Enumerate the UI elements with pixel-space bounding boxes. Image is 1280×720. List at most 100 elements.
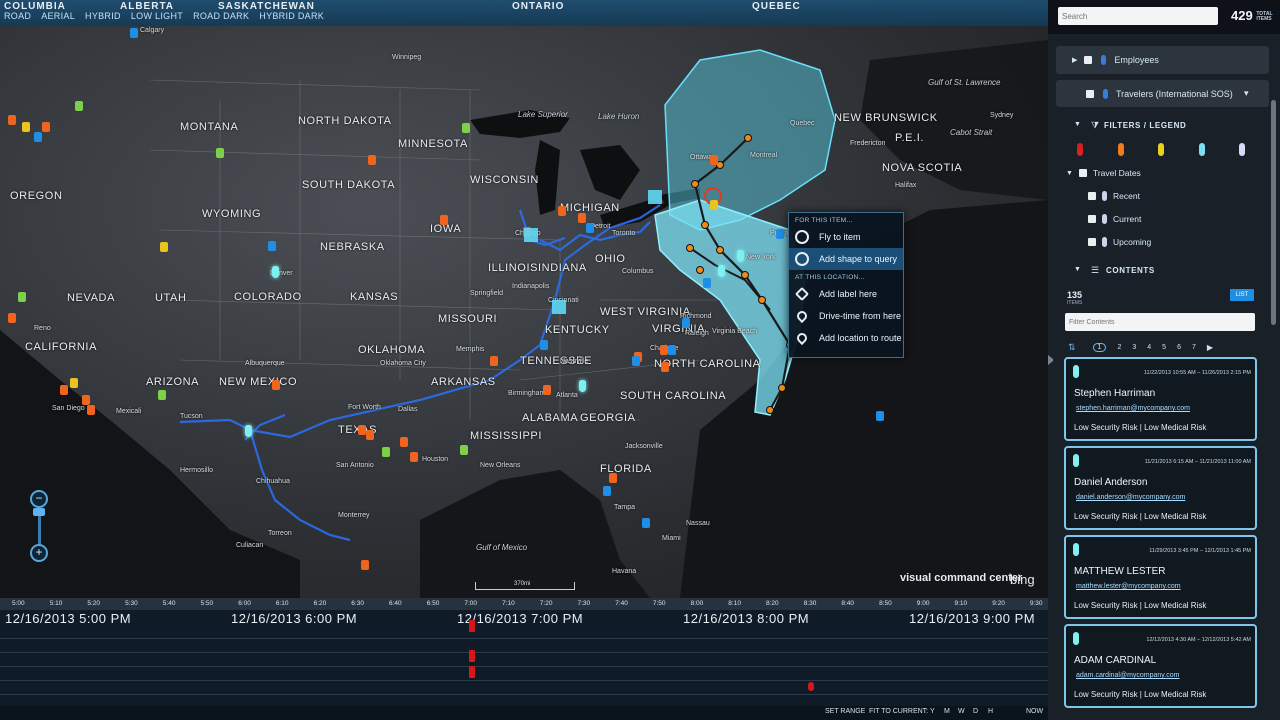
chevron-down-icon[interactable]: ▼ [1074,121,1081,128]
layer-employees[interactable]: ▶ Employees [1056,46,1269,74]
location-marker[interactable] [578,213,586,223]
fit-hour-button[interactable]: H [988,708,993,715]
location-marker[interactable] [82,395,90,405]
location-marker[interactable] [366,430,374,440]
location-marker[interactable] [661,362,669,372]
location-marker[interactable] [87,405,95,415]
map-canvas[interactable]: ROAD AERIAL HYBRID LOW LIGHT ROAD DARK H… [0,0,1048,598]
travel-dates-filter[interactable]: ▼ Travel Dates [1066,168,1141,178]
location-marker[interactable] [8,313,16,323]
filter-contents-input[interactable] [1065,313,1255,331]
location-marker[interactable] [382,447,390,457]
page-button[interactable]: 1 [1092,342,1107,352]
location-marker[interactable] [710,200,718,210]
location-marker[interactable] [586,223,594,233]
map-style-aerial[interactable]: AERIAL [41,11,75,21]
location-marker[interactable] [558,206,566,216]
location-marker[interactable] [358,425,366,435]
traveler-pin[interactable] [272,266,279,278]
traveler-pin[interactable] [579,380,586,392]
fit-year-button[interactable]: Y [930,708,935,715]
location-marker[interactable] [668,345,676,355]
location-marker[interactable] [710,155,718,165]
location-marker[interactable] [70,378,78,388]
location-marker[interactable] [34,132,42,142]
now-button[interactable]: NOW [1026,708,1043,715]
location-marker[interactable] [440,215,448,225]
traveler-email[interactable]: adam.cardinal@mycompany.com [1076,672,1179,679]
traveler-email[interactable]: daniel.anderson@mycompany.com [1076,494,1185,501]
set-range-button[interactable]: SET RANGE [825,708,865,715]
list-view-button[interactable]: LIST [1230,289,1254,301]
zoom-slider-thumb[interactable] [33,508,45,516]
timeline-event[interactable] [469,666,475,678]
location-marker[interactable] [682,318,690,328]
fit-month-button[interactable]: M [944,708,950,715]
map-style-road[interactable]: ROAD [4,11,31,21]
location-marker[interactable] [60,385,68,395]
timeline-event[interactable] [469,620,475,632]
page-button[interactable]: 3 [1132,344,1136,351]
location-marker[interactable] [543,385,551,395]
timeline-event[interactable] [469,650,475,662]
location-marker[interactable] [368,155,376,165]
search-input[interactable] [1058,7,1218,25]
traveler-card[interactable]: 11/22/2013 10:55 AM – 11/26/2013 2:15 PM… [1064,357,1257,441]
filter-checkbox[interactable] [1088,215,1096,223]
map-style-low-light[interactable]: LOW LIGHT [131,11,183,21]
fly-to-item-menu-item[interactable]: Fly to item [789,226,903,248]
location-marker[interactable] [130,28,138,38]
location-marker[interactable] [272,380,280,390]
location-marker[interactable] [462,123,470,133]
traveler-card[interactable]: 12/12/2013 4:30 AM – 12/12/2013 5:42 AM … [1064,624,1257,708]
location-marker[interactable] [22,122,30,132]
zoom-out-button[interactable]: − [30,490,48,508]
traveler-pin[interactable] [737,250,744,262]
page-button[interactable]: 2 [1117,344,1121,351]
sidebar-scrollbar[interactable] [1271,100,1276,325]
chevron-down-icon[interactable]: ▾ [1244,88,1249,99]
filter-checkbox[interactable] [1078,169,1087,177]
timeline-panel[interactable]: 5:00 5:10 5:20 5:30 5:40 5:50 6:00 6:10 6:20 6:30… [0,598,1048,720]
location-marker[interactable] [400,437,408,447]
location-marker[interactable] [8,115,16,125]
traveler-card[interactable]: 11/29/2013 3:45 PM – 12/1/2013 1:45 PM M… [1064,535,1257,619]
traveler-pin[interactable] [718,265,725,277]
fit-week-button[interactable]: W [958,708,965,715]
location-marker[interactable] [268,241,276,251]
location-marker[interactable] [361,560,369,570]
add-shape-to-query-menu-item[interactable]: Add shape to query [789,248,903,270]
location-marker[interactable] [460,445,468,455]
timeline-event[interactable] [808,682,814,691]
location-marker[interactable] [642,518,650,528]
location-marker[interactable] [75,101,83,111]
fit-day-button[interactable]: D [973,708,978,715]
map-style-hybrid[interactable]: HYBRID [85,11,121,21]
page-button[interactable]: 7 [1192,344,1196,351]
chevron-down-icon[interactable]: ▼ [1074,266,1081,273]
add-label-here-menu-item[interactable]: Add label here [789,283,903,305]
location-marker[interactable] [660,345,668,355]
filter-upcoming[interactable]: Upcoming [1088,237,1151,247]
location-marker[interactable] [18,292,26,302]
location-marker[interactable] [160,242,168,252]
layer-travelers[interactable]: Travelers (International SOS) ▾ [1056,80,1269,107]
location-marker[interactable] [609,473,617,483]
expand-icon[interactable]: ⇅ [1068,342,1076,353]
traveler-email[interactable]: stephen.harriman@mycompany.com [1076,405,1190,412]
zoom-in-button[interactable]: + [30,544,48,562]
add-location-to-route-menu-item[interactable]: Add location to route [789,327,903,349]
filter-checkbox[interactable] [1088,192,1096,200]
location-marker[interactable] [776,229,784,239]
page-button[interactable]: 4 [1147,344,1151,351]
location-marker[interactable] [216,148,224,158]
filter-recent[interactable]: Recent [1088,191,1140,201]
map-style-road-dark[interactable]: ROAD DARK [193,11,249,21]
traveler-card[interactable]: 11/21/2013 6:15 AM – 11/21/2013 11:00 AM… [1064,446,1257,530]
panel-resize-handle[interactable] [1048,355,1053,365]
location-marker[interactable] [603,486,611,496]
layer-checkbox[interactable] [1084,56,1093,64]
location-marker[interactable] [158,390,166,400]
route-stop[interactable] [524,228,538,242]
traveler-email[interactable]: matthew.lester@mycompany.com [1076,583,1181,590]
